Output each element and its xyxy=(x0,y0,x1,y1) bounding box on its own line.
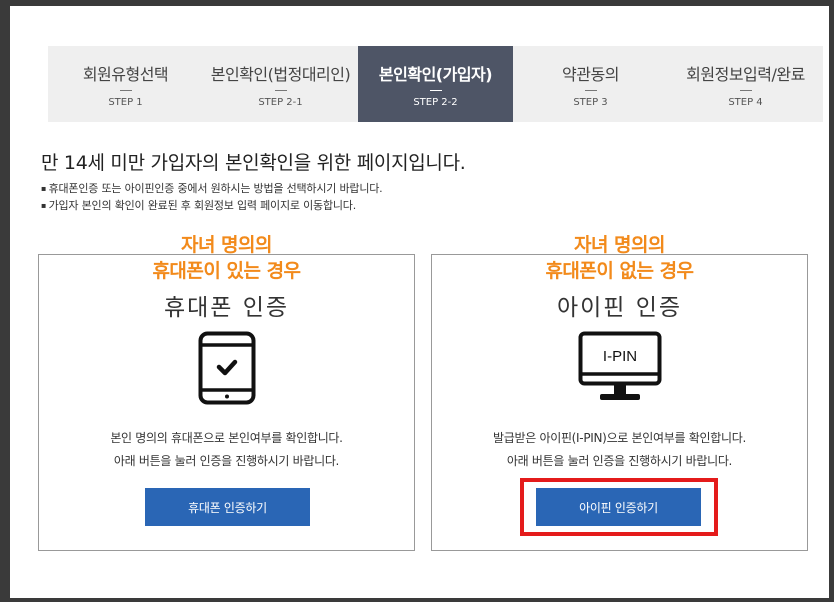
description-line: 아래 버튼을 눌러 인증을 진행하시기 바랍니다. xyxy=(113,454,340,468)
window-frame-bottom xyxy=(0,598,834,602)
step-guardian-verification[interactable]: 본인확인(법정대리인) STEP 2-1 xyxy=(203,46,358,122)
signup-steps: 회원유형선택 STEP 1 본인확인(법정대리인) STEP 2-1 본인확인(… xyxy=(48,46,823,122)
highlight-box xyxy=(520,478,718,536)
step-number: STEP 1 xyxy=(108,96,143,108)
step-number: STEP 3 xyxy=(573,96,608,108)
phone-verification-panel: 휴대폰 인증 본인 명의의 휴대폰으로 본인여부를 확인합니다. 아래 버튼을 … xyxy=(38,254,415,551)
page-heading: 만 14세 미만 가입자의 본인확인을 위한 페이지입니다. xyxy=(41,152,466,174)
description-line: 아래 버튼을 눌러 인증을 진행하시기 바랍니다. xyxy=(506,454,733,468)
annotation-line: 휴대폰이 있는 경우 xyxy=(152,260,301,282)
step-member-info[interactable]: 회원정보입력/완료 STEP 4 xyxy=(668,46,823,122)
phone-verification-description: 본인 명의의 휴대폰으로 본인여부를 확인합니다. 아래 버튼을 눌러 인증을 … xyxy=(39,427,414,473)
step-divider xyxy=(584,89,597,91)
step-number: STEP 4 xyxy=(728,96,763,108)
step-number: STEP 2-2 xyxy=(413,96,458,108)
step-member-verification[interactable]: 본인확인(가입자) STEP 2-2 xyxy=(358,46,513,122)
step-divider xyxy=(119,89,132,91)
annotation-phone-case: 자녀 명의의 휴대폰이 있는 경우 xyxy=(38,232,415,284)
window-frame-top xyxy=(0,0,834,6)
step-title: 회원유형선택 xyxy=(82,64,169,84)
annotation-line: 휴대폰이 없는 경우 xyxy=(545,260,694,282)
monitor-ipin-icon: I-PIN xyxy=(578,331,662,409)
step-divider xyxy=(429,89,442,91)
step-title: 본인확인(법정대리인) xyxy=(210,64,351,84)
description-line: 본인 명의의 휴대폰으로 본인여부를 확인합니다. xyxy=(110,431,343,445)
ipin-verification-title: 아이핀 인증 xyxy=(556,295,683,321)
ipin-icon-label: I-PIN xyxy=(602,348,636,365)
phone-verify-button[interactable]: 휴대폰 인증하기 xyxy=(145,488,310,526)
phone-verification-title: 휴대폰 인증 xyxy=(163,295,290,321)
window-frame-left xyxy=(0,0,10,602)
notice-item: 휴대폰인증 또는 아이핀인증 중에서 원하시는 방법을 선택하시기 바랍니다. xyxy=(41,180,383,197)
annotation-line: 자녀 명의의 xyxy=(180,234,273,256)
step-terms-agreement[interactable]: 약관동의 STEP 3 xyxy=(513,46,668,122)
ipin-verification-description: 발급받은 아이핀(I-PIN)으로 본인여부를 확인합니다. 아래 버튼을 눌러… xyxy=(432,427,807,473)
tablet-check-icon xyxy=(198,331,256,409)
annotation-no-phone-case: 자녀 명의의 휴대폰이 없는 경우 xyxy=(431,232,808,284)
step-title: 본인확인(가입자) xyxy=(378,64,493,84)
notice-list: 휴대폰인증 또는 아이핀인증 중에서 원하시는 방법을 선택하시기 바랍니다. … xyxy=(41,180,383,214)
description-line: 발급받은 아이핀(I-PIN)으로 본인여부를 확인합니다. xyxy=(492,431,746,445)
step-number: STEP 2-1 xyxy=(258,96,303,108)
step-member-type[interactable]: 회원유형선택 STEP 1 xyxy=(48,46,203,122)
step-divider xyxy=(274,89,287,91)
step-title: 회원정보입력/완료 xyxy=(686,64,805,84)
step-divider xyxy=(739,89,752,91)
notice-item: 가입자 본인의 확인이 완료된 후 회원정보 입력 페이지로 이동합니다. xyxy=(41,197,382,214)
step-title: 약관동의 xyxy=(562,64,619,84)
window-frame-right xyxy=(829,0,834,602)
annotation-line: 자녀 명의의 xyxy=(573,234,666,256)
